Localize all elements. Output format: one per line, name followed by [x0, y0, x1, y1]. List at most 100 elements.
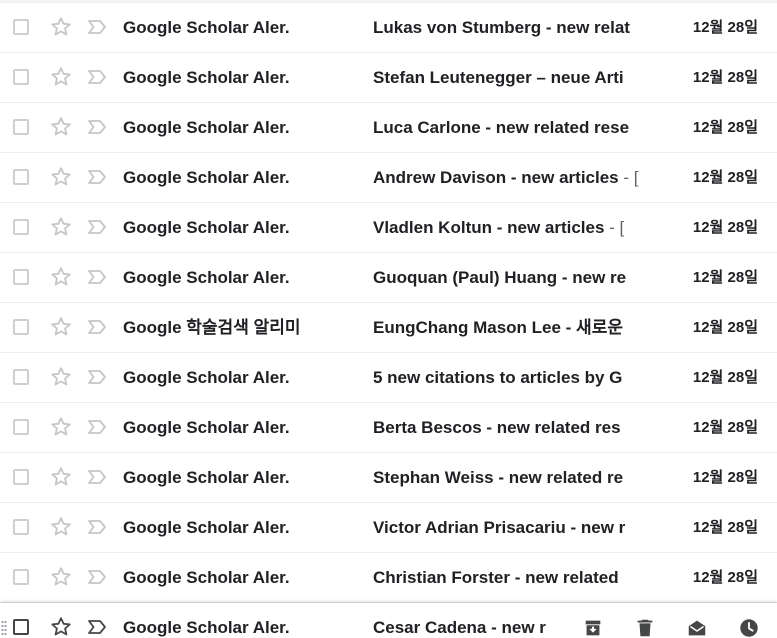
email-row[interactable]: Google 학술검색 알리미 EungChang Mason Lee - 새로운…: [0, 303, 777, 353]
importance-marker-icon[interactable]: [86, 267, 108, 287]
received-date: 12월 28일: [692, 469, 758, 486]
subject-line: Christian Forster - new related: [373, 553, 641, 603]
sender-name: Google 학술검색 알리미: [123, 318, 301, 337]
subject-text: Stephan Weiss - new related re: [373, 468, 624, 487]
importance-marker-icon[interactable]: [86, 167, 108, 187]
email-row[interactable]: Google Scholar Aler. Christian Forster - …: [0, 553, 777, 603]
importance-marker-icon[interactable]: [86, 517, 108, 537]
select-checkbox[interactable]: [13, 619, 29, 635]
star-icon[interactable]: [49, 315, 73, 339]
importance-marker-icon[interactable]: [86, 567, 108, 587]
importance-marker-icon[interactable]: [86, 617, 108, 637]
email-row[interactable]: Google Scholar Aler. 5 new citations to a…: [0, 353, 777, 403]
select-checkbox[interactable]: [13, 469, 29, 485]
star-icon[interactable]: [49, 115, 73, 139]
email-row[interactable]: Google Scholar Aler. Guoquan (Paul) Huang…: [0, 253, 777, 303]
email-row[interactable]: Google Scholar Aler. Luca Carlone - new r…: [0, 103, 777, 153]
select-checkbox[interactable]: [13, 569, 29, 585]
select-checkbox[interactable]: [13, 219, 29, 235]
subject-text: Vladlen Koltun - new articles: [373, 218, 605, 237]
star-icon[interactable]: [49, 565, 73, 589]
subject-text: Stefan Leutenegger – neue Arti: [373, 68, 624, 87]
select-checkbox[interactable]: [13, 519, 29, 535]
email-row[interactable]: Google Scholar Aler. Vladlen Koltun - new…: [0, 203, 777, 253]
snippet-text: - [: [604, 218, 625, 237]
star-icon[interactable]: [49, 365, 73, 389]
select-checkbox[interactable]: [13, 319, 29, 335]
select-checkbox[interactable]: [13, 419, 29, 435]
subject-text: 5 new citations to articles by G: [373, 368, 623, 387]
archive-button[interactable]: [580, 615, 606, 638]
sender-name: Google Scholar Aler.: [123, 418, 290, 437]
sender-name: Google Scholar Aler.: [123, 268, 290, 287]
received-date: 12월 28일: [692, 219, 758, 236]
star-icon[interactable]: [49, 265, 73, 289]
email-list: Google Scholar Aler. Lukas von Stumberg -…: [0, 0, 777, 638]
subject-line: Stefan Leutenegger – neue Arti: [373, 53, 641, 103]
snooze-button[interactable]: [736, 615, 762, 638]
open-envelope-icon: [686, 617, 708, 638]
sender-name: Google Scholar Aler.: [123, 18, 290, 37]
star-icon[interactable]: [49, 215, 73, 239]
importance-marker-icon[interactable]: [86, 17, 108, 37]
importance-marker-icon[interactable]: [86, 67, 108, 87]
email-row[interactable]: Google Scholar Aler. Lukas von Stumberg -…: [0, 3, 777, 53]
subject-text: Lukas von Stumberg - new relat: [373, 18, 630, 37]
sender-name: Google Scholar Aler.: [123, 618, 290, 637]
sender-name: Google Scholar Aler.: [123, 118, 290, 137]
star-icon[interactable]: [49, 15, 73, 39]
received-date: 12월 28일: [692, 19, 758, 36]
email-row[interactable]: Google Scholar Aler. Andrew Davison - new…: [0, 153, 777, 203]
received-date: 12월 28일: [692, 169, 758, 186]
subject-text: Andrew Davison - new articles: [373, 168, 619, 187]
hover-actions: [580, 615, 762, 638]
select-checkbox[interactable]: [13, 69, 29, 85]
importance-marker-icon[interactable]: [86, 217, 108, 237]
star-icon[interactable]: [49, 465, 73, 489]
select-checkbox[interactable]: [13, 369, 29, 385]
importance-marker-icon[interactable]: [86, 467, 108, 487]
select-checkbox[interactable]: [13, 269, 29, 285]
email-row[interactable]: Google Scholar Aler. Stephan Weiss - new …: [0, 453, 777, 503]
archive-icon: [582, 617, 604, 638]
mark-as-read-button[interactable]: [684, 615, 710, 638]
star-icon[interactable]: [49, 165, 73, 189]
star-icon[interactable]: [49, 65, 73, 89]
star-icon[interactable]: [49, 515, 73, 539]
select-checkbox[interactable]: [13, 169, 29, 185]
subject-line: Victor Adrian Prisacariu - new r: [373, 503, 641, 553]
star-icon[interactable]: [49, 615, 73, 638]
star-icon[interactable]: [49, 415, 73, 439]
email-row[interactable]: Google Scholar Aler. Berta Bescos - new r…: [0, 403, 777, 453]
subject-line: Vladlen Koltun - new articles - [: [373, 203, 641, 253]
sender-name: Google Scholar Aler.: [123, 168, 290, 187]
select-checkbox[interactable]: [13, 119, 29, 135]
importance-marker-icon[interactable]: [86, 317, 108, 337]
received-date: 12월 28일: [692, 269, 758, 286]
received-date: 12월 28일: [692, 369, 758, 386]
received-date: 12월 28일: [692, 419, 758, 436]
delete-button[interactable]: [632, 615, 658, 638]
email-row[interactable]: Google Scholar Aler. Stefan Leutenegger –…: [0, 53, 777, 103]
importance-marker-icon[interactable]: [86, 417, 108, 437]
received-date: 12월 28일: [692, 319, 758, 336]
subject-line: Andrew Davison - new articles - [: [373, 153, 641, 203]
subject-line: Guoquan (Paul) Huang - new re: [373, 253, 641, 303]
received-date: 12월 28일: [692, 119, 758, 136]
clock-icon: [738, 617, 760, 638]
subject-text: EungChang Mason Lee - 새로운: [373, 318, 623, 337]
select-checkbox[interactable]: [13, 19, 29, 35]
importance-marker-icon[interactable]: [86, 367, 108, 387]
email-row[interactable]: Google Scholar Aler. Cesar Cadena - new r: [0, 603, 777, 638]
subject-line: 5 new citations to articles by G: [373, 353, 641, 403]
drag-handle-icon[interactable]: [1, 620, 7, 636]
subject-text: Victor Adrian Prisacariu - new r: [373, 518, 626, 537]
subject-line: Luca Carlone - new related rese: [373, 103, 641, 153]
importance-marker-icon[interactable]: [86, 117, 108, 137]
subject-text: Luca Carlone - new related rese: [373, 118, 630, 137]
subject-line: Lukas von Stumberg - new relat: [373, 3, 641, 53]
received-date: 12월 28일: [692, 69, 758, 86]
subject-line: EungChang Mason Lee - 새로운: [373, 303, 641, 353]
email-row[interactable]: Google Scholar Aler. Victor Adrian Prisac…: [0, 503, 777, 553]
trash-icon: [634, 617, 656, 638]
